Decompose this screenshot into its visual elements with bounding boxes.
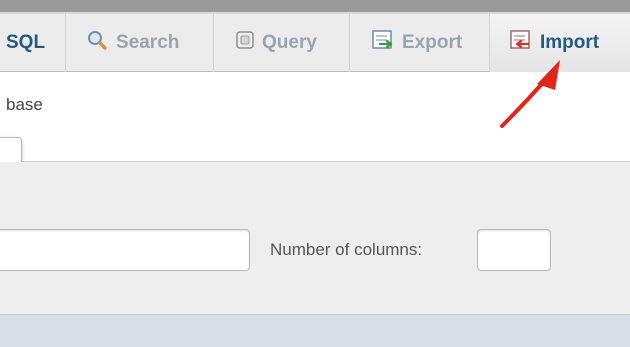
columns-input[interactable] xyxy=(477,229,551,271)
tab-search-label: Search xyxy=(116,32,180,53)
database-label: base xyxy=(6,95,43,114)
tab-export-label: Export xyxy=(402,32,463,53)
content-area xyxy=(0,72,630,162)
tab-export[interactable]: Export xyxy=(350,14,490,72)
tab-import[interactable]: Import xyxy=(490,14,630,72)
magnifier-icon xyxy=(86,29,108,57)
tab-sql-label: SQL xyxy=(6,32,46,53)
query-icon xyxy=(236,30,254,56)
import-icon xyxy=(510,30,532,56)
tab-sql[interactable]: SQL xyxy=(0,14,66,72)
tab-query-label: Query xyxy=(262,32,317,53)
panel-footer-bar xyxy=(0,314,630,347)
tab-search[interactable]: Search xyxy=(66,14,214,72)
tab-bar: SQL Search Query Export Import xyxy=(0,14,630,72)
columns-label: Number of columns: xyxy=(270,240,423,259)
export-icon xyxy=(372,30,394,56)
tab-query[interactable]: Query xyxy=(214,14,350,72)
table-name-input[interactable] xyxy=(0,229,250,271)
tab-import-label: Import xyxy=(540,32,600,53)
window-top-border xyxy=(0,0,630,12)
